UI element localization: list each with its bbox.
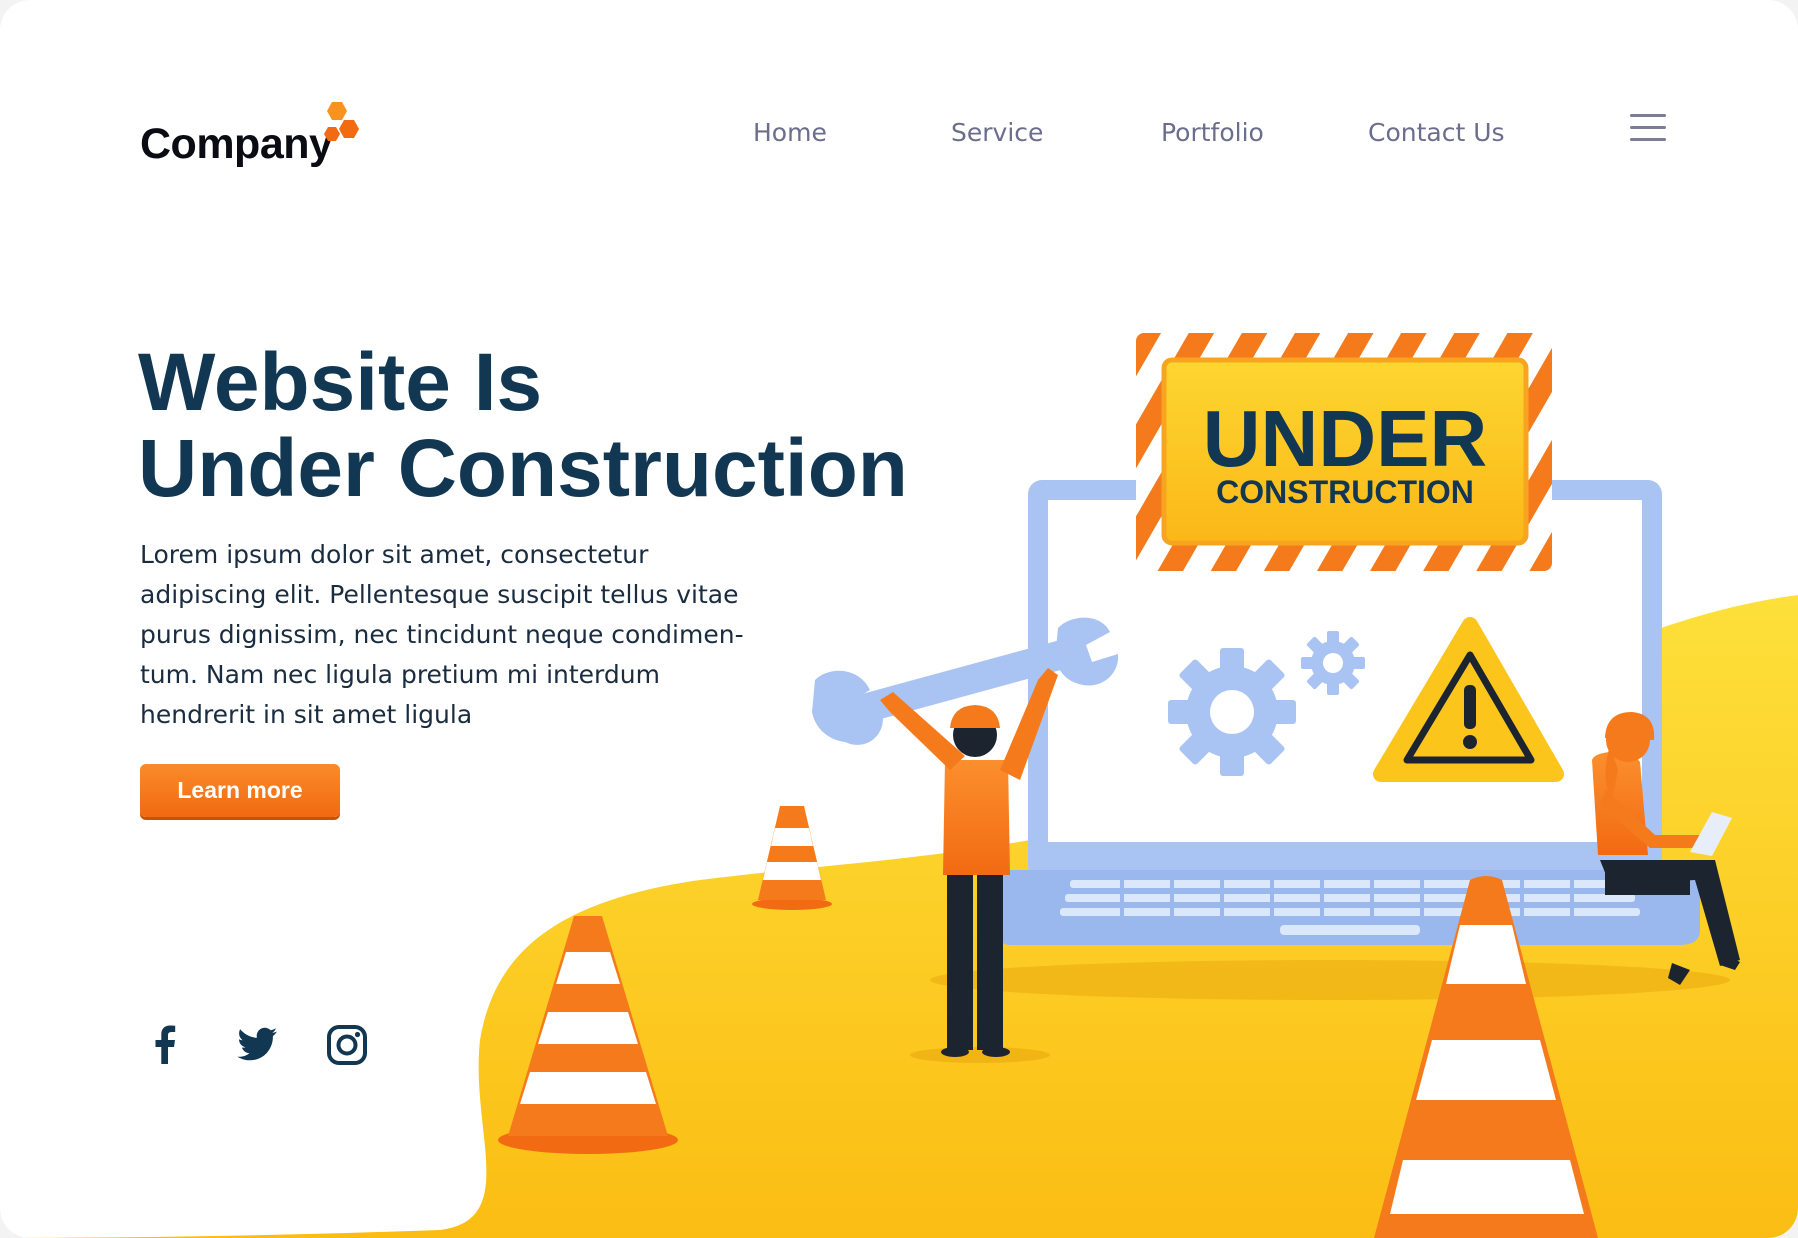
hero-description-line: Lorem ipsum dolor sit amet, consectetur [140,540,649,569]
hero-description: Lorem ipsum dolor sit amet, consectetur … [140,535,780,735]
hamburger-menu-icon[interactable] [1628,112,1668,146]
nav-home[interactable]: Home [753,118,827,147]
hexagon-logo-icon [324,102,359,141]
nav-portfolio[interactable]: Portfolio [1161,118,1264,147]
hero-title-line: Under Construction [138,423,908,514]
small-gear-icon [1301,631,1365,695]
instagram-icon[interactable] [322,1020,372,1070]
landing-page: UNDER CONSTRUCTION Company Home Service … [0,0,1798,1238]
facebook-icon[interactable] [141,1020,191,1070]
under-construction-sign: UNDER CONSTRUCTION [1136,333,1552,571]
nav-contact-us[interactable]: Contact Us [1368,118,1505,147]
learn-more-button[interactable]: Learn more [140,764,340,817]
traffic-cone-icon [752,806,832,910]
hero-description-line: hendrerit in sit amet ligula [140,700,473,729]
gear-icon [1168,648,1296,776]
nav-service[interactable]: Service [951,118,1043,147]
sign-subtitle: CONSTRUCTION [1216,474,1474,510]
hero-title-line: Website Is [138,337,543,428]
hero-description-line: adipiscing elit. Pellentesque suscipit t… [140,580,739,609]
logo-text: Company [140,120,333,168]
hero-description-line: purus dignissim, nec tincidunt neque con… [140,620,744,649]
hero-description-line: tum. Nam nec ligula pretium mi interdum [140,660,660,689]
company-logo[interactable]: Company [140,100,380,180]
sign-title: UNDER [1203,394,1487,483]
twitter-icon[interactable] [232,1020,282,1070]
hero-title: Website Is Under Construction [138,340,938,512]
